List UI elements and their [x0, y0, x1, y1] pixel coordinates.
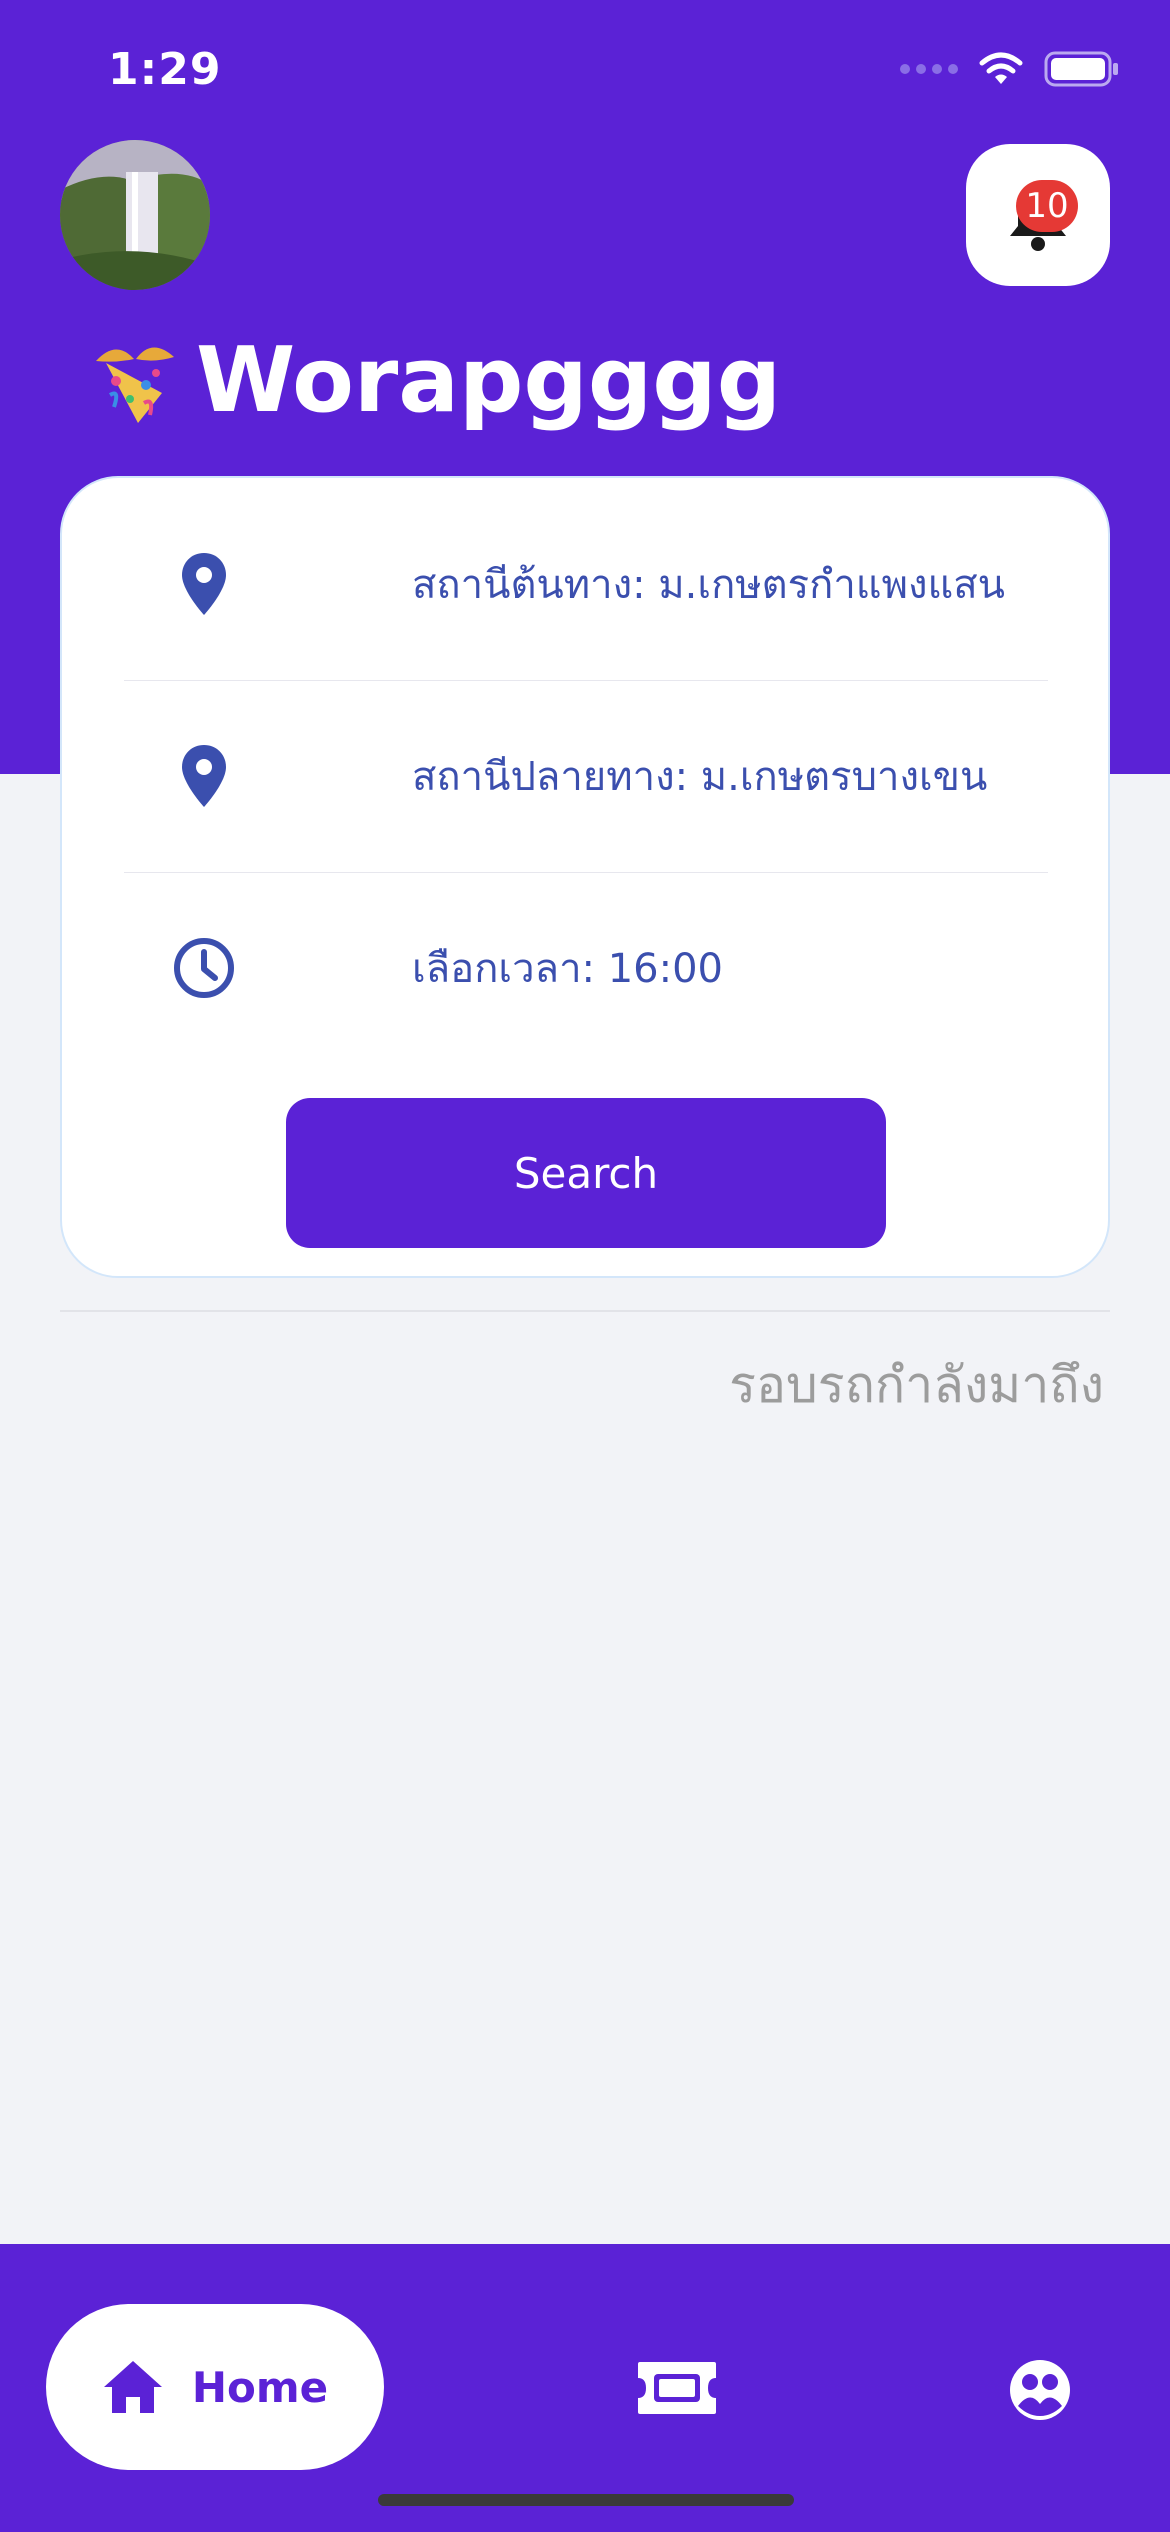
time-label: เลือกเวลา: 16:00 — [412, 946, 723, 992]
ticket-icon[interactable] — [634, 2358, 720, 2418]
location-pin-icon — [182, 745, 226, 807]
waterfall-photo — [60, 140, 210, 290]
nav-home-label: Home — [191, 2362, 329, 2412]
location-pin-icon — [182, 553, 226, 615]
destination-station-selector[interactable]: สถานีปลายทาง: ม.เกษตรบางเขน — [124, 680, 1048, 872]
battery-icon — [1044, 51, 1118, 87]
origin-station-label: สถานีต้นทาง: ม.เกษตรกำแพงแสน — [412, 562, 1006, 608]
clock-icon — [174, 938, 234, 998]
time-selector[interactable]: เลือกเวลา: 16:00 — [124, 872, 1048, 1064]
upcoming-rounds-title: รอบรถกำลังมาถึง — [729, 1356, 1104, 1414]
section-divider — [60, 1310, 1110, 1312]
status-icons — [900, 50, 1120, 88]
profile-icon[interactable] — [1008, 2358, 1072, 2422]
home-indicator — [378, 2494, 794, 2506]
user-name: Worapgggg — [196, 328, 782, 433]
notification-badge: 10 — [1016, 180, 1078, 232]
bottom-nav: Home — [0, 2244, 1170, 2532]
search-button[interactable]: Search — [286, 1098, 886, 1248]
greeting: Worapgggg — [86, 328, 781, 433]
home-icon — [103, 2361, 162, 2413]
wifi-icon — [979, 52, 1023, 84]
notifications-button[interactable]: 10 — [966, 144, 1110, 286]
destination-station-label: สถานีปลายทาง: ม.เกษตรบางเขน — [412, 754, 988, 800]
status-time: 1:29 — [108, 44, 222, 95]
party-popper-icon — [96, 346, 174, 423]
search-card: สถานีต้นทาง: ม.เกษตรกำแพงแสน สถานีปลายทา… — [60, 476, 1110, 1278]
origin-station-selector[interactable]: สถานีต้นทาง: ม.เกษตรกำแพงแสน — [124, 488, 1048, 680]
avatar[interactable] — [60, 140, 210, 290]
nav-home-tab[interactable]: Home — [46, 2304, 384, 2470]
cellular-signal-icon — [900, 64, 958, 74]
